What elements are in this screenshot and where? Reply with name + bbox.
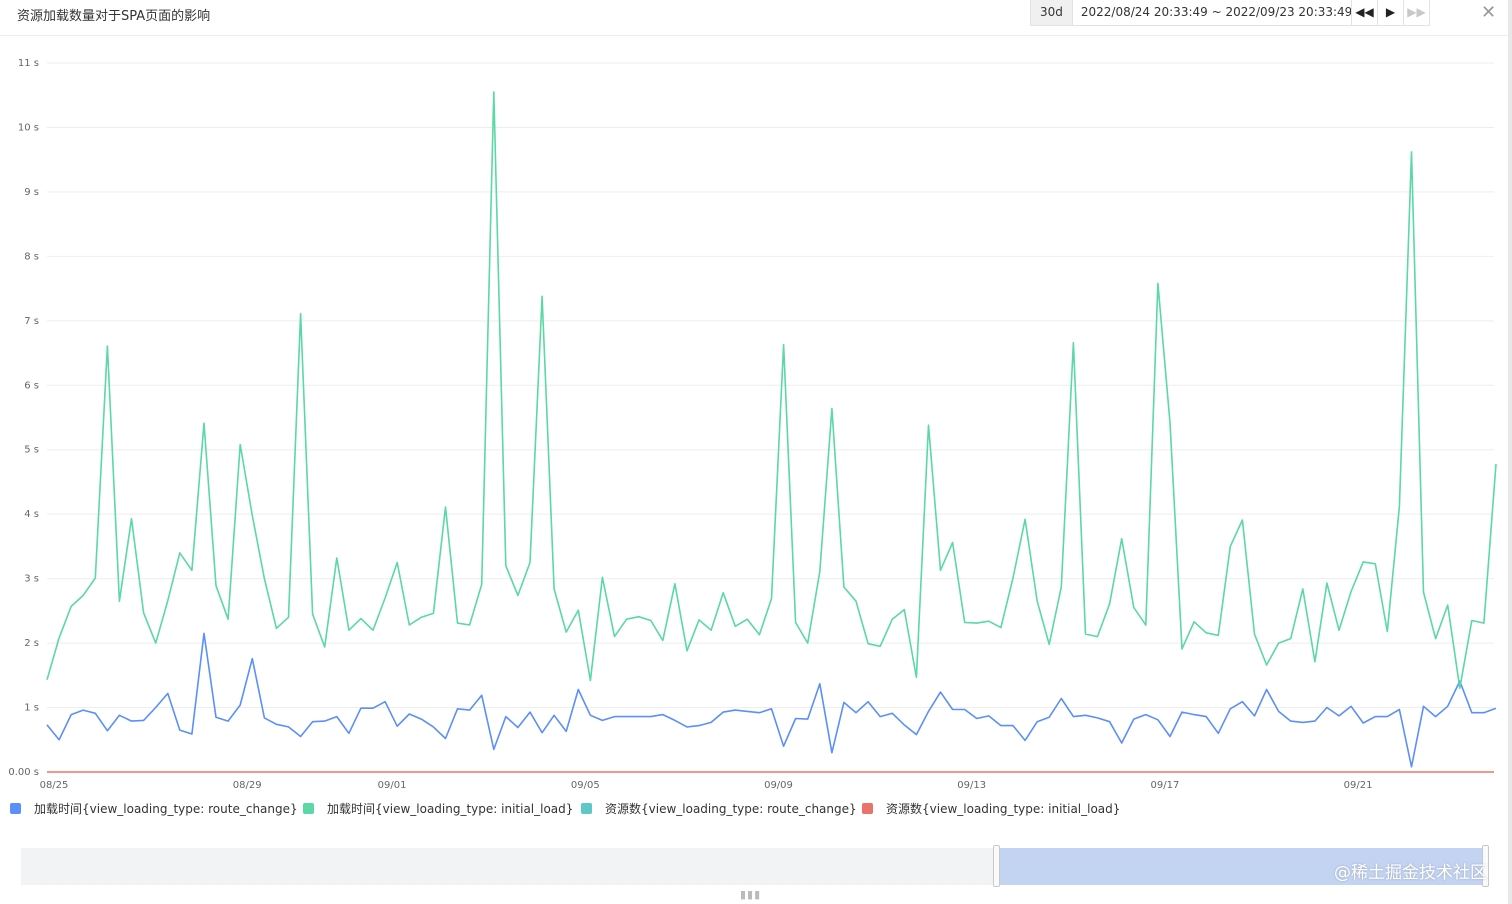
play-icon[interactable]: ▶ [1378, 0, 1404, 25]
legend-label: 加载时间{view_loading_type: route_change} [34, 802, 298, 816]
legend-item[interactable]: 加载时间{view_loading_type: route_change} [10, 800, 298, 817]
legend-item[interactable]: 资源数{view_loading_type: initial_load} [862, 800, 1120, 817]
legend-item[interactable]: 资源数{view_loading_type: route_change} [581, 800, 857, 817]
x-tick-label: 08/29 [233, 780, 262, 791]
fast-forward-icon[interactable]: ▶▶ [1404, 0, 1429, 25]
line-chart: 0.00 s 1 s 2 s 3 s 4 s 5 s 6 s 7 s 8 s 9 s 10 s 11 … [8, 58, 1497, 791]
y-tick-label: 11 s [18, 58, 39, 69]
range-slider[interactable] [21, 845, 1489, 887]
y-tick-label: 9 s [24, 187, 39, 198]
y-tick-label: 0.00 s [8, 767, 39, 778]
chart-title: 资源加载数量对于SPA页面的影响 [17, 9, 211, 24]
y-tick-label: 4 s [24, 509, 39, 520]
legend-swatch [862, 803, 873, 814]
legend-label: 资源数{view_loading_type: route_change} [605, 802, 857, 816]
x-tick-label: 09/17 [1150, 780, 1179, 791]
x-tick-label: 09/13 [957, 780, 986, 791]
legend-swatch [303, 803, 314, 814]
x-tick-label: 08/25 [40, 780, 69, 791]
x-tick-label: 09/09 [764, 780, 793, 791]
y-tick-label: 7 s [24, 316, 39, 327]
legend-swatch [10, 803, 21, 814]
y-tick-label: 2 s [24, 638, 39, 649]
legend-item[interactable]: 加载时间{view_loading_type: initial_load} [303, 800, 573, 817]
time-range-picker[interactable]: 30d 2022/08/24 20:33:49 ~ 2022/09/23 20:… [1030, 0, 1364, 26]
x-tick-label: 09/05 [571, 780, 600, 791]
playback-controls: ◀◀ ▶ ▶▶ [1351, 0, 1430, 26]
range-preset-button[interactable]: 30d [1031, 0, 1073, 25]
y-tick-label: 1 s [24, 703, 39, 714]
scrollbar[interactable] [1508, 0, 1512, 904]
slider-handle-left[interactable] [993, 845, 1000, 887]
y-tick-label: 3 s [24, 574, 39, 585]
rewind-icon[interactable]: ◀◀ [1352, 0, 1378, 25]
legend-label: 加载时间{view_loading_type: initial_load} [327, 802, 574, 816]
series-line-1 [46, 91, 1497, 689]
resize-grip-icon[interactable]: ▮▮▮ [740, 888, 761, 901]
watermark: @稀土掘金技术社区 [1334, 863, 1487, 883]
series-line-0 [46, 632, 1497, 768]
x-tick-label: 09/21 [1344, 780, 1373, 791]
y-tick-label: 5 s [24, 445, 39, 456]
chart-header: 资源加载数量对于SPA页面的影响 30d 2022/08/24 20:33:49… [0, 0, 1512, 36]
close-icon[interactable]: ✕ [1481, 4, 1496, 22]
legend-swatch [581, 803, 592, 814]
x-tick-label: 09/01 [378, 780, 407, 791]
y-tick-label: 10 s [18, 122, 39, 133]
chart-legend: 加载时间{view_loading_type: route_change} 加载时… [10, 800, 1210, 818]
y-tick-label: 8 s [24, 251, 39, 262]
range-text[interactable]: 2022/08/24 20:33:49 ~ 2022/09/23 20:33:4… [1072, 0, 1363, 25]
legend-label: 资源数{view_loading_type: initial_load} [886, 802, 1121, 816]
y-tick-label: 6 s [24, 380, 39, 391]
